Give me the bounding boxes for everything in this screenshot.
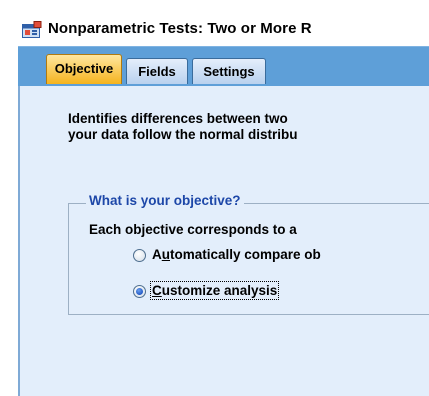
- radio-label-automatically-compare[interactable]: Automatically compare ob: [152, 247, 321, 262]
- dialog-window: Nonparametric Tests: Two or More R Objec…: [0, 0, 429, 396]
- radio-button-unselected[interactable]: [133, 249, 146, 262]
- radio-label-customize-analysis[interactable]: Customize analysis: [149, 281, 280, 300]
- tab-strip: Objective Fields Settings: [18, 46, 429, 87]
- window-title: Nonparametric Tests: Two or More R: [48, 20, 312, 37]
- title-bar: Nonparametric Tests: Two or More R: [0, 0, 429, 46]
- objective-info-text: Each objective corresponds to a: [89, 222, 297, 237]
- tab-fields[interactable]: Fields: [126, 58, 188, 84]
- app-icon: [22, 21, 42, 38]
- description-line-2: your data follow the normal distribu: [68, 127, 298, 142]
- objective-group-legend: What is your objective?: [86, 193, 244, 208]
- radio-button-selected[interactable]: [133, 285, 146, 298]
- description-line-1: Identifies differences between two: [68, 111, 288, 126]
- tab-objective[interactable]: Objective: [46, 54, 122, 84]
- radio-selected-dot: [136, 288, 143, 295]
- tab-settings[interactable]: Settings: [192, 58, 266, 84]
